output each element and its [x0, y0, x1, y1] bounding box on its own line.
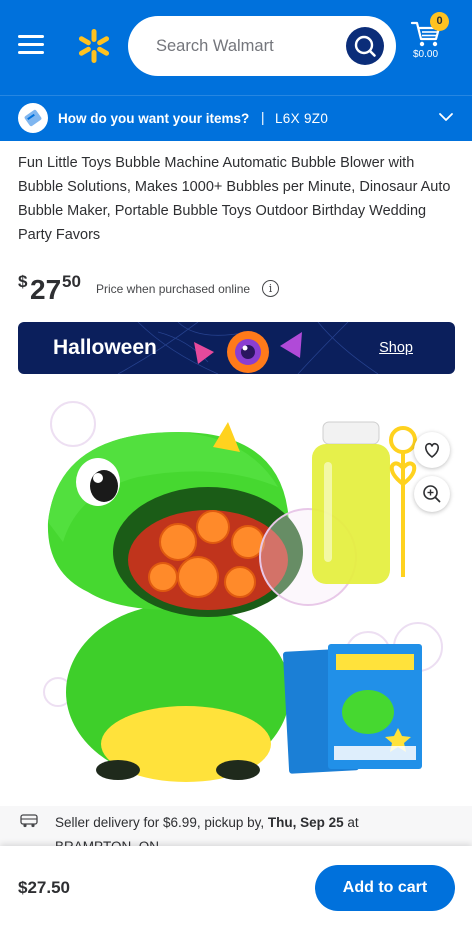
price-note: Price when purchased online — [96, 282, 251, 296]
search-bar[interactable]: Search Walmart — [128, 16, 396, 76]
search-input[interactable]: Search Walmart — [156, 37, 274, 56]
heart-icon — [425, 442, 439, 458]
delivery-separator: | — [261, 110, 265, 125]
cart-button[interactable]: 0 $0.00 — [406, 12, 460, 72]
zoom-in-icon — [423, 485, 441, 503]
walmart-spark-icon[interactable] — [74, 26, 114, 66]
postal-code: L6X 9Z0 — [275, 111, 329, 126]
top-header: Search Walmart 0 $0.00 — [0, 0, 472, 95]
add-to-cart-button[interactable]: Add to cart — [315, 865, 455, 911]
cart-count-badge: 0 — [430, 12, 449, 31]
pickup-date: Thu, Sep 25 — [267, 815, 344, 830]
product-image[interactable] — [18, 392, 455, 792]
delivery-options-bar[interactable]: How do you want your items? | L6X 9Z0 — [0, 95, 472, 141]
bottom-price: $27.50 — [18, 878, 70, 897]
product-title: Fun Little Toys Bubble Machine Automatic… — [18, 155, 451, 243]
seller-text-before: Seller delivery for $6.99, pickup by, — [55, 815, 268, 830]
menu-icon[interactable] — [18, 33, 46, 57]
seller-delivery-info: Seller delivery for $6.99, pickup by, Th… — [0, 806, 472, 848]
banner-title: Halloween — [53, 336, 157, 359]
seller-delivery-text: Seller delivery for $6.99, pickup by, Th… — [55, 811, 455, 848]
favorite-button[interactable] — [414, 432, 450, 468]
bottom-action-bar: $27.50 Add to cart — [0, 846, 472, 932]
search-icon — [354, 35, 376, 57]
chevron-down-icon[interactable] — [438, 109, 454, 125]
price-dollars: 27 — [30, 274, 62, 305]
banner-shop-link[interactable]: Shop — [379, 340, 413, 356]
zoom-button[interactable] — [414, 476, 450, 512]
delivery-question: How do you want your items? — [58, 111, 250, 126]
seller-text-after: at — [343, 815, 359, 830]
truck-icon — [20, 814, 38, 828]
delivery-icon — [18, 103, 48, 133]
price-cents: 50 — [62, 272, 81, 291]
search-button[interactable] — [346, 27, 384, 65]
price-currency: $ — [18, 272, 28, 291]
cart-total: $0.00 — [413, 49, 439, 60]
info-icon[interactable]: i — [262, 280, 279, 297]
halloween-banner[interactable]: Halloween Shop — [18, 322, 455, 374]
